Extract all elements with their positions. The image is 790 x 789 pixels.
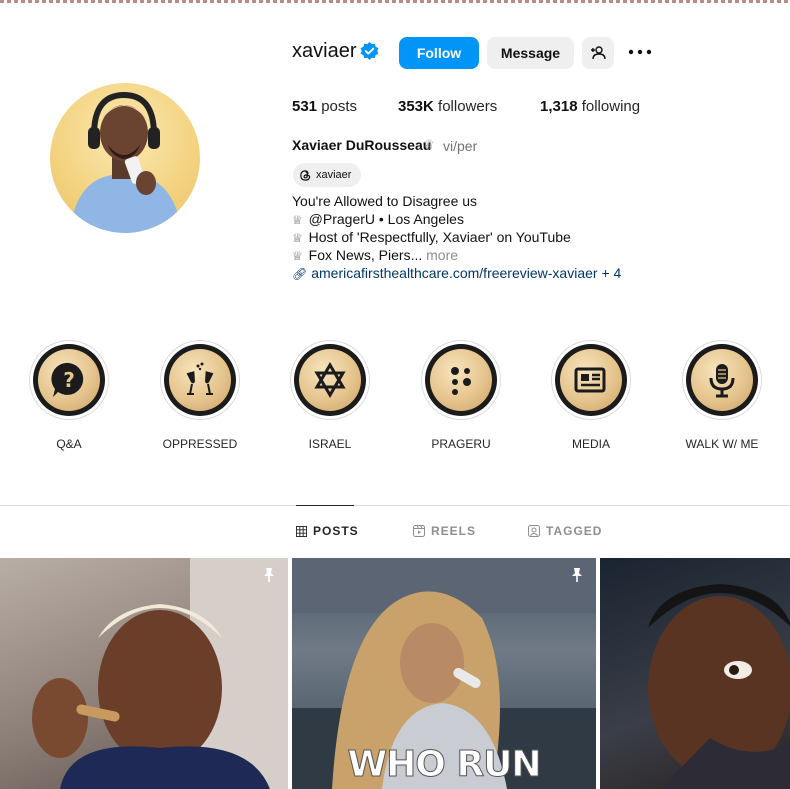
highlight-label: ISRAEL [308,437,352,451]
post-image [648,584,790,789]
pinned-icon [572,568,582,582]
newspaper-icon [574,367,606,393]
following-count-value: 1,318 [540,98,578,115]
crown-icon: ♕ [423,137,435,152]
star-of-david-icon [314,362,346,398]
bio-line: ♕ @PragerU • Los Angeles [292,211,464,227]
profile-full-name: Xaviaer DuRousseau [292,137,432,153]
active-tab-indicator [296,505,354,506]
verified-badge-icon [360,42,379,60]
top-border [0,0,790,3]
highlight-label: WALK W/ ME [685,437,759,451]
bio-line: ♕ Host of 'Respectfully, Xaviaer' on You… [292,229,571,245]
bio-line-text: Fox News, Piers... [308,247,423,263]
highlight-oppressed[interactable]: OPPRESSED [140,340,260,451]
champagne-icon [186,362,214,395]
crown-icon: ♕ [292,231,303,245]
profile-pronouns: vi/per [443,138,478,154]
message-button[interactable]: Message [487,37,574,69]
followers-count-value: 353K [398,98,434,115]
followers-count-label: followers [438,98,498,115]
threads-handle: xaviaer [316,169,352,181]
threads-icon [300,169,311,181]
follow-button[interactable]: Follow [399,37,479,69]
question-bubble-icon: ? [51,362,84,397]
tab-tagged[interactable]: TAGGED [528,524,602,538]
following-count[interactable]: 1,318 following [540,98,640,115]
tab-reels-label: REELS [431,524,477,538]
crown-icon: ♕ [292,249,303,263]
highlight-label: PRAGERU [431,437,491,451]
bio-website-link[interactable]: 🔗︎ americafirsthealthcare.com/freereview-… [292,265,621,281]
bio-line-text: Host of 'Respectfully, Xaviaer' on YouTu… [308,229,571,245]
highlight-label: Q&A [56,437,82,451]
post-thumbnail[interactable] [0,558,288,789]
tab-reels[interactable]: REELS [413,524,476,538]
avatar-illustration [70,91,182,233]
bio-more-link[interactable]: more [426,247,458,263]
tab-posts[interactable]: POSTS [296,524,359,538]
grid-icon [296,525,307,537]
tabs-divider [0,505,790,506]
following-count-label: following [581,98,641,115]
profile-avatar[interactable] [50,83,200,233]
bio-website-text: americafirsthealthcare.com/freereview-xa… [311,265,622,281]
bio-line: ♕ Fox News, Piers... more [292,247,458,263]
post-thumbnail[interactable] [600,558,790,789]
posts-count: 531 posts [292,98,357,115]
pinned-icon [264,568,274,582]
suggested-accounts-button[interactable] [582,37,614,69]
posts-count-label: posts [321,98,358,115]
post-overlay-text: WHO RUN [347,744,542,786]
tab-tagged-label: TAGGED [546,524,603,538]
bio-line: You're Allowed to Disagree us [292,193,478,209]
highlight-label: MEDIA [571,437,610,451]
posts-count-value: 531 [292,98,318,115]
crown-icon: ♕ [292,213,303,227]
highlight-israel[interactable]: ISRAEL [270,340,390,451]
tagged-icon [528,525,540,537]
svg-text:?: ? [63,368,75,392]
highlight-media[interactable]: MEDIA [531,340,651,451]
profile-username: xaviaer [292,40,357,62]
bio-line-text: @PragerU • Los Angeles [308,211,464,227]
highlight-qa[interactable]: ? Q&A [9,340,129,451]
highlight-label: OPPRESSED [162,437,238,451]
dots-icon [451,367,471,395]
microphone-icon [709,364,735,398]
post-thumbnail[interactable]: WHO RUN [292,558,596,789]
tab-posts-label: POSTS [313,524,359,538]
reels-icon [413,525,425,537]
followers-count[interactable]: 353K followers [398,98,497,115]
more-options-icon[interactable] [628,45,652,59]
threads-badge[interactable]: xaviaer [293,163,361,187]
highlight-walk-with-me[interactable]: WALK W/ ME [662,340,782,451]
add-person-icon [591,46,606,60]
post-image [32,558,288,789]
highlight-prageru[interactable]: PRAGERU [401,340,521,451]
link-icon: 🔗︎ [292,267,308,281]
